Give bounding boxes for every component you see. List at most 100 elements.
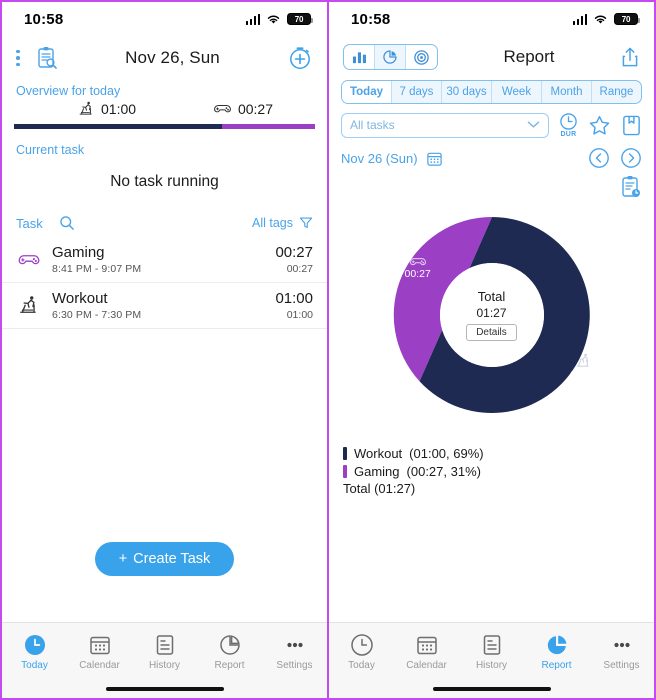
task-time-range: 8:41 PM - 9:07 PM — [52, 262, 142, 275]
tab-settings-label: Settings — [276, 659, 313, 671]
next-date-button[interactable] — [620, 147, 642, 169]
tab-history[interactable]: History — [132, 633, 197, 671]
battery-icon: 70 — [614, 13, 640, 25]
tab-report[interactable]: Report — [524, 633, 589, 671]
tag-filter[interactable]: All tags — [252, 216, 313, 230]
task-list-header: Task All tags — [2, 211, 327, 237]
details-button[interactable]: Details — [466, 324, 517, 341]
document-icon — [483, 634, 500, 655]
tab-today[interactable]: Today — [2, 633, 67, 671]
task-info: Workout 6:30 PM - 7:30 PM — [52, 290, 265, 321]
document-icon — [156, 634, 173, 655]
status-time: 10:58 — [351, 10, 391, 28]
tab-calendar[interactable]: Calendar — [67, 633, 132, 671]
wifi-icon — [267, 15, 280, 24]
period-tab-today[interactable]: Today — [342, 81, 392, 103]
battery-level: 70 — [294, 14, 304, 24]
current-task-label: Current task — [16, 143, 85, 157]
chart-type-bar[interactable] — [344, 45, 375, 69]
task-time-range: 6:30 PM - 7:30 PM — [52, 308, 142, 321]
calendar-picker-icon[interactable] — [426, 150, 443, 167]
current-task-status: No task running — [110, 173, 219, 190]
period-tab-month[interactable]: Month — [542, 81, 592, 103]
duration-toggle-label: DUR — [560, 131, 577, 138]
table-row[interactable]: Workout 6:30 PM - 7:30 PM 01:00 01:00 — [2, 283, 327, 329]
chart-type-segmented-control — [343, 44, 438, 70]
task-durations: 00:27 00:27 — [275, 244, 313, 275]
tab-calendar-label: Calendar — [79, 659, 120, 671]
filter-row: All tasks DUR — [329, 104, 654, 138]
duration-toggle[interactable]: DUR — [559, 112, 578, 138]
slice-label-workout-value: 01:00 — [570, 369, 597, 381]
star-icon[interactable] — [588, 114, 611, 137]
task-filter-select[interactable]: All tasks — [341, 112, 549, 138]
period-tab-30days[interactable]: 30 days — [442, 81, 492, 103]
tab-report[interactable]: Report — [197, 633, 262, 671]
period-segmented-control: Today 7 days 30 days Week Month Range — [341, 80, 642, 104]
gamepad-icon — [16, 246, 42, 272]
legend-gaming-name: Gaming — [354, 463, 400, 479]
battery-icon: 70 — [287, 13, 313, 25]
left-header: Nov 26, Sun — [2, 36, 327, 80]
table-row[interactable]: Gaming 8:41 PM - 9:07 PM 00:27 00:27 — [2, 237, 327, 283]
add-timer-icon[interactable] — [287, 45, 313, 71]
status-indicators: 70 — [245, 13, 313, 25]
clipboard-clock-icon[interactable] — [620, 175, 642, 199]
slice-label-workout: 01:00 — [570, 352, 597, 381]
share-icon[interactable] — [620, 46, 640, 68]
task-filter-value: All tasks — [350, 118, 395, 132]
period-tab-range[interactable]: Range — [592, 81, 641, 103]
target-icon — [414, 49, 429, 65]
tab-history-label: History — [148, 659, 181, 671]
legend-total: Total (01:27) — [343, 481, 416, 497]
overflow-menu-icon[interactable] — [16, 49, 20, 67]
ellipsis-icon — [286, 642, 303, 647]
period-tab-week[interactable]: Week — [492, 81, 542, 103]
clipboard-search-icon[interactable] — [36, 46, 58, 70]
bookmark-icon[interactable] — [621, 114, 642, 137]
plus-icon: + — [118, 551, 128, 567]
tab-settings[interactable]: Settings — [589, 633, 654, 671]
chevron-down-icon — [527, 118, 540, 132]
tab-today[interactable]: Today — [329, 633, 394, 671]
search-icon[interactable] — [59, 215, 75, 231]
treadmill-icon — [16, 292, 42, 318]
donut-chart: Total 01:27 Details 00:27 01:00 — [377, 201, 607, 429]
slice-label-gaming: 00:27 — [405, 255, 431, 280]
overview-item-gaming: 00:27 — [213, 101, 273, 117]
task-duration-sub: 01:00 — [286, 308, 313, 321]
status-bar-left: 10:58 70 — [2, 2, 327, 36]
pie-chart-icon — [219, 634, 240, 655]
legend-item-workout: Workout (01:00, 69%) — [343, 445, 640, 463]
tab-calendar[interactable]: Calendar — [394, 633, 459, 671]
treadmill-icon — [576, 353, 589, 367]
donut-total-value: 01:27 — [476, 306, 507, 320]
create-task-button[interactable]: + Create Task — [94, 542, 235, 576]
right-panel-report: 10:58 70 Report Today 7 days 30 days Wee… — [328, 0, 656, 700]
date-nav-buttons — [588, 147, 642, 169]
task-durations: 01:00 01:00 — [275, 290, 313, 321]
date-navigation-row: Nov 26 (Sun) — [329, 138, 654, 169]
legend-gaming-detail: (00:27, 31%) — [406, 463, 481, 479]
wifi-icon — [594, 15, 607, 24]
page-title: Report — [503, 47, 555, 66]
tab-history[interactable]: History — [459, 633, 524, 671]
legend-item-gaming: Gaming (00:27, 31%) — [343, 463, 640, 481]
tab-history-label: History — [475, 659, 508, 671]
legend-color-workout — [343, 447, 347, 461]
task-name: Workout — [52, 289, 108, 307]
filter-icon — [299, 217, 313, 229]
home-indicator-left — [2, 680, 327, 698]
chart-type-pie[interactable] — [375, 45, 406, 69]
two-panel-screenshot: 10:58 70 Nov 26, Sun Overview for today … — [0, 0, 656, 700]
chart-type-target[interactable] — [406, 45, 437, 69]
tab-settings[interactable]: Settings — [262, 633, 327, 671]
overview-label: Overview for today — [16, 84, 121, 98]
task-duration: 01:00 — [275, 289, 313, 307]
period-tab-7days[interactable]: 7 days — [392, 81, 442, 103]
bottom-tabbar-left: Today Calendar History Report Settings — [2, 622, 327, 680]
treadmill-icon — [79, 101, 92, 115]
legend-color-gaming — [343, 464, 347, 478]
legend-workout-name: Workout — [354, 446, 403, 461]
prev-date-button[interactable] — [588, 147, 610, 169]
